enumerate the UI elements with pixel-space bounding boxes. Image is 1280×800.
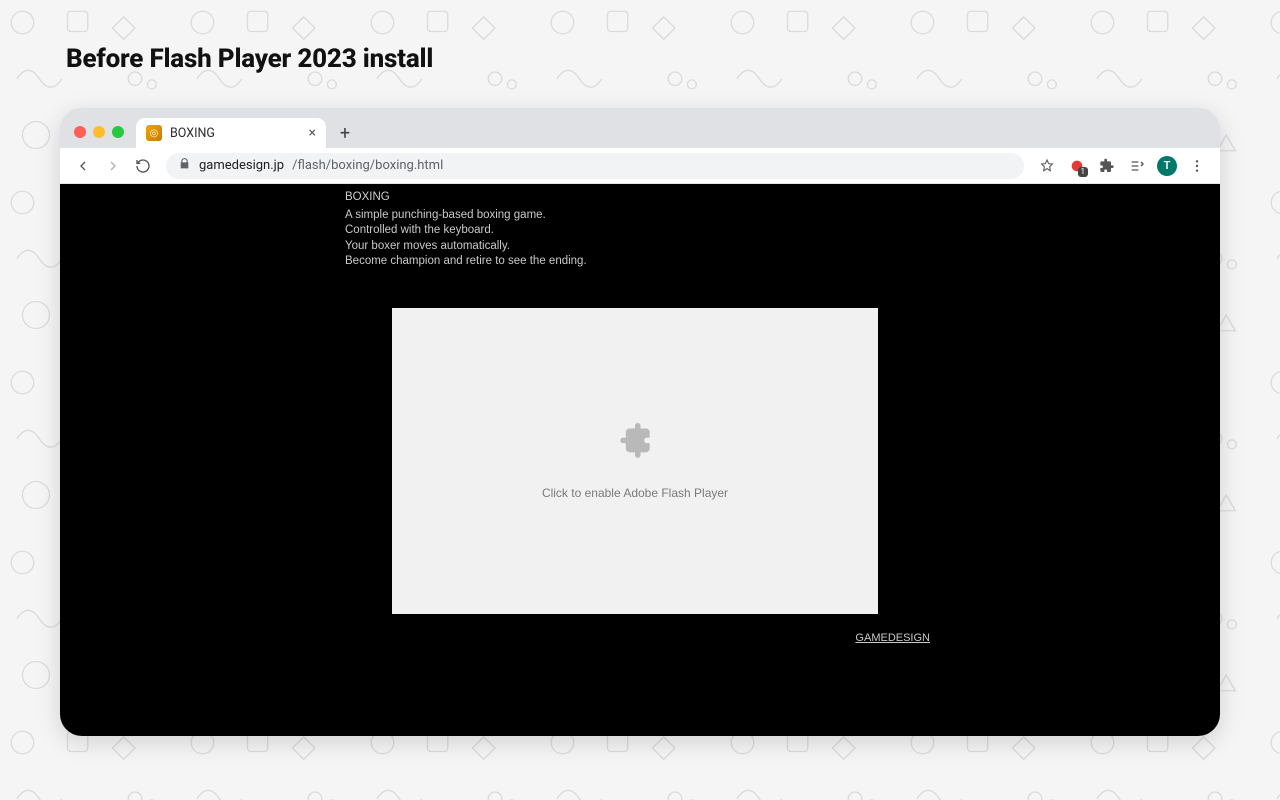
kebab-menu-icon[interactable]	[1184, 153, 1210, 179]
browser-toolbar: gamedesign.jp/flash/boxing/boxing.html 1…	[60, 148, 1220, 184]
page-heading: Before Flash Player 2023 install	[66, 44, 433, 74]
plugin-puzzle-icon	[613, 423, 657, 472]
reload-button[interactable]	[130, 153, 156, 179]
tab-title: BOXING	[170, 126, 215, 141]
profile-avatar[interactable]: T	[1154, 153, 1180, 179]
flash-placeholder[interactable]: Click to enable Adobe Flash Player	[392, 308, 878, 614]
browser-window: ◎ BOXING × + gamedesign.jp/flash/boxing/…	[60, 108, 1220, 736]
gamedesign-link[interactable]: GAMEDESIGN	[855, 632, 930, 644]
minimize-window-icon[interactable]	[93, 126, 105, 138]
url-path: /flash/boxing/boxing.html	[292, 158, 443, 173]
page-viewport: BOXING A simple punching-based boxing ga…	[60, 184, 1220, 736]
game-title: BOXING	[345, 190, 587, 206]
bookmark-star-icon[interactable]	[1034, 153, 1060, 179]
game-desc-line: Become champion and retire to see the en…	[345, 254, 587, 270]
back-button[interactable]	[70, 153, 96, 179]
lock-icon	[178, 157, 191, 174]
extension-notification-icon[interactable]: 1	[1064, 153, 1090, 179]
game-desc-line: A simple punching-based boxing game.	[345, 208, 587, 224]
game-desc-line: Controlled with the keyboard.	[345, 223, 587, 239]
new-tab-button[interactable]: +	[332, 120, 358, 146]
favicon-icon: ◎	[146, 125, 162, 141]
maximize-window-icon[interactable]	[112, 126, 124, 138]
media-control-icon[interactable]	[1124, 153, 1150, 179]
tab-close-icon[interactable]: ×	[309, 126, 316, 140]
game-description: BOXING A simple punching-based boxing ga…	[345, 190, 587, 270]
flash-enable-message: Click to enable Adobe Flash Player	[542, 486, 728, 500]
browser-tab[interactable]: ◎ BOXING ×	[136, 118, 326, 148]
tab-strip: ◎ BOXING × +	[60, 108, 1220, 148]
forward-button[interactable]	[100, 153, 126, 179]
extension-badge: 1	[1078, 167, 1089, 177]
game-desc-line: Your boxer moves automatically.	[345, 239, 587, 255]
url-host: gamedesign.jp	[199, 158, 284, 173]
close-window-icon[interactable]	[74, 126, 86, 138]
avatar-letter: T	[1157, 156, 1177, 176]
address-bar[interactable]: gamedesign.jp/flash/boxing/boxing.html	[166, 153, 1024, 179]
window-controls	[70, 126, 130, 148]
extensions-icon[interactable]	[1094, 153, 1120, 179]
